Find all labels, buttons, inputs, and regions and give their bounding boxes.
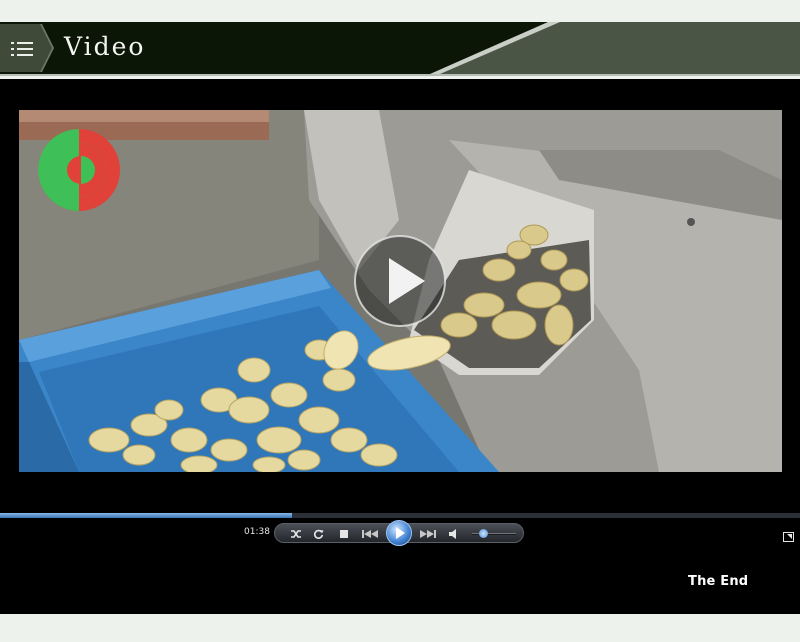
stop-icon <box>340 530 348 538</box>
play-button[interactable] <box>386 520 412 546</box>
menu-tab[interactable] <box>2 24 52 72</box>
volume-slider-handle[interactable] <box>479 529 488 538</box>
video-player: 01:38 The End <box>0 79 800 614</box>
control-bar: 01:38 <box>0 520 800 546</box>
seek-bar[interactable] <box>0 513 800 518</box>
mute-speaker-icon <box>449 529 456 539</box>
mute-button[interactable] <box>447 527 461 541</box>
page: Video 01:38 The End <box>0 0 800 642</box>
list-menu-icon[interactable] <box>11 41 35 57</box>
previous-button[interactable] <box>359 527 381 541</box>
current-time: 01:38 <box>244 527 270 537</box>
video-frame[interactable] <box>19 110 782 472</box>
big-play-button[interactable] <box>353 234 447 328</box>
repeat-icon <box>313 529 323 539</box>
fullscreen-button[interactable] <box>783 527 794 542</box>
previous-icon <box>362 530 378 538</box>
header-divider <box>0 74 800 76</box>
stop-button[interactable] <box>337 527 351 541</box>
end-caption: The End <box>688 574 749 589</box>
shuffle-button[interactable] <box>289 527 303 541</box>
brand-logo <box>38 129 120 211</box>
next-icon <box>420 530 436 538</box>
repeat-button[interactable] <box>311 527 325 541</box>
section-title: Video <box>64 32 146 61</box>
play-icon <box>354 235 446 327</box>
next-button[interactable] <box>417 527 439 541</box>
play-icon <box>396 527 405 539</box>
shuffle-icon <box>291 530 301 538</box>
fullscreen-icon <box>783 532 794 542</box>
seek-bar-progress <box>0 513 292 518</box>
section-header: Video <box>0 22 800 74</box>
